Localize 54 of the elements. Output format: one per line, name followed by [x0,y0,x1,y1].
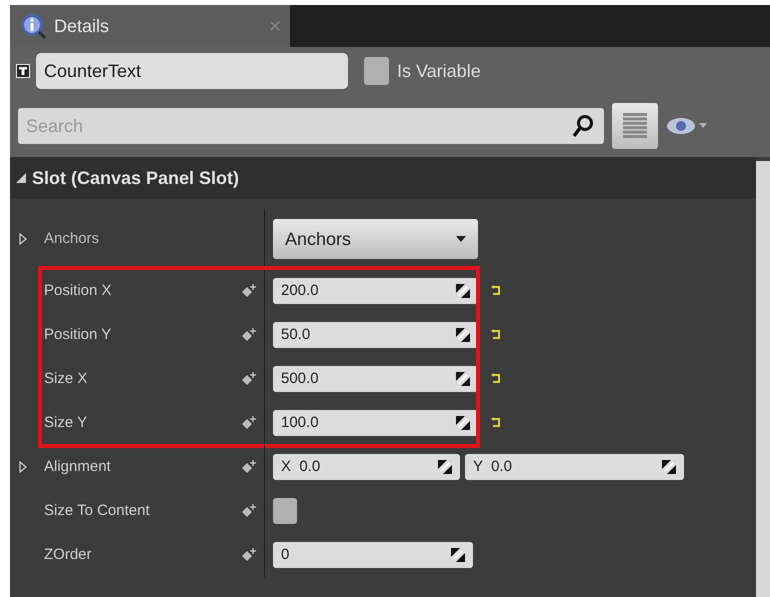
keyframe-icon[interactable] [242,284,256,298]
spin-handle-icon[interactable] [456,416,470,430]
keyframe-icon[interactable] [242,372,256,386]
caret-icon [456,236,466,242]
spin-handle-icon[interactable] [456,328,470,342]
property-label: Size X [44,368,88,389]
spin-handle-icon[interactable] [451,548,465,562]
view-options-button[interactable] [612,103,658,149]
is-variable-label: Is Variable [397,60,481,82]
anchors-dropdown[interactable]: Anchors [273,219,478,259]
expand-arrow-icon[interactable] [19,461,27,473]
reset-arrow-icon[interactable] [490,285,502,297]
spin-handle-icon[interactable] [456,284,470,298]
property-label: Size To Content [44,500,151,521]
details-tab[interactable]: Details [10,5,290,47]
collapse-arrow-icon [16,173,26,183]
info-icon [20,13,46,39]
grid-icon [623,113,647,139]
number-field[interactable]: 0 [273,542,473,568]
keyframe-icon[interactable] [242,548,256,562]
eye-icon[interactable] [666,116,708,136]
property-label: Position Y [44,324,112,345]
number-field[interactable]: Y 0.0 [465,454,684,480]
number-field[interactable]: X 0.0 [273,454,460,480]
name-field[interactable]: CounterText [36,53,348,89]
search-field[interactable]: Search [18,108,604,144]
property-label: Size Y [44,412,88,433]
number-field[interactable]: 200.0 [273,278,478,304]
tab-title: Details [54,14,110,38]
keyframe-icon[interactable] [242,504,256,518]
keyframe-icon[interactable] [242,460,256,474]
property-label: Position X [44,280,113,301]
text-widget-icon [16,64,30,78]
spin-handle-icon[interactable] [438,460,452,474]
expand-arrow-icon[interactable] [19,233,27,245]
number-field[interactable]: 50.0 [273,322,478,348]
spin-handle-icon[interactable] [662,460,676,474]
number-field[interactable]: 500.0 [273,366,478,392]
property-label: Alignment [44,456,112,477]
scrollbar[interactable] [756,161,770,597]
search-icon[interactable] [572,114,594,138]
keyframe-icon[interactable] [242,416,256,430]
spin-handle-icon[interactable] [456,372,470,386]
reset-arrow-icon[interactable] [490,373,502,385]
property-label: ZOrder [44,544,93,565]
section-header[interactable]: Slot (Canvas Panel Slot) [10,157,756,199]
section-title: Slot (Canvas Panel Slot) [32,166,240,190]
reset-arrow-icon[interactable] [490,329,502,341]
reset-arrow-icon[interactable] [490,417,502,429]
is-variable-checkbox[interactable] [364,57,389,85]
keyframe-icon[interactable] [242,328,256,342]
property-label: Anchors [44,228,100,249]
number-field[interactable]: 100.0 [273,410,478,436]
checkbox[interactable] [273,498,297,524]
